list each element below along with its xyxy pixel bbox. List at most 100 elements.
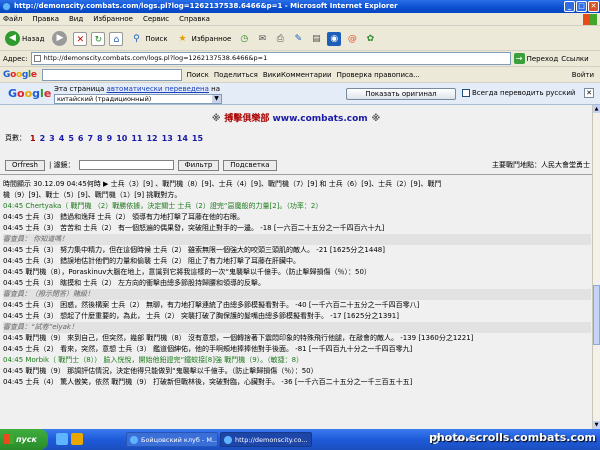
banner-title: 搏擊俱樂部 [224,114,270,124]
page-link[interactable]: 4 [59,134,65,143]
maximize-button[interactable]: □ [576,1,587,12]
translate-close-button[interactable]: ✕ [584,88,594,98]
back-arrow-icon: ◀ [5,31,20,46]
highlight-button[interactable]: Подсветка [223,159,277,171]
log-controls: Orfresh | 濾鏡： Фильтр Подсветка 主要戰鬥地點：人民… [5,159,590,171]
menu-view[interactable]: Вид [69,13,83,25]
translate-auto-link[interactable]: автоматически переведена [107,85,209,93]
page-content: ※ 搏擊俱樂部 www.combats.com ※ 頁數： 1 2 3 4 5 … [0,105,592,429]
go-label: Переход [526,54,559,63]
print-icon[interactable]: ⎙ [273,32,287,46]
search-icon: ⚲ [133,33,140,44]
back-button[interactable]: ◀ Назад [3,29,46,49]
taskbar-item[interactable]: Бойцовский клуб - M... [126,432,218,447]
page-link[interactable]: 14 [177,134,188,143]
log-line: 04:45 士兵（3） 困惑，然後構案 士兵（2） 無聊，有力地打擊連統了由總多… [3,301,420,309]
search-label: Поиск [145,34,168,43]
log-line: 04:45 士兵（2） 看來，突然，意想 士兵（3） 鑑道個紳佑，他的手啊頰地捧… [3,345,413,353]
pages-label: 頁數： [5,134,26,142]
filter-label: | 濾鏡： [48,161,75,169]
standard-toolbar: ◀ Назад ▶ ✕ ↻ ⌂ ⚲ Поиск ★ Избранное ◷ ✉ … [0,27,600,51]
translate-message-text: Эта страница [54,85,107,93]
page-link[interactable]: 11 [131,134,142,143]
page-link[interactable]: 3 [49,134,55,143]
page-link[interactable]: 9 [107,134,113,143]
page-link[interactable]: 2 [40,134,46,143]
google-search-input[interactable] [41,68,182,81]
menu-file[interactable]: Файл [3,13,22,25]
menu-edit[interactable]: Правка [32,13,59,25]
vertical-scrollbar[interactable]: ▲ ▼ [592,105,600,429]
menu-bar: Файл Правка Вид Избранное Сервис Справка [0,13,600,26]
scroll-down-icon[interactable]: ▼ [593,421,600,429]
page-link[interactable]: 7 [87,134,93,143]
ie-icon [130,436,138,444]
menu-tools[interactable]: Сервис [143,13,169,25]
menu-favorites[interactable]: Избранное [93,13,133,25]
forward-button[interactable]: ▶ [50,29,69,49]
home-icon[interactable]: ⌂ [109,31,124,46]
taskbar-item[interactable]: http://demonscity.co... [220,432,312,447]
search-button[interactable]: ⚲ Поиск [127,29,169,49]
google-spellcheck-button[interactable]: Проверка правописа... [337,71,420,79]
start-button[interactable]: пуск [0,429,48,450]
translate-language-select[interactable]: китайский (традиционный) ▼ [54,94,222,104]
mail-icon[interactable]: ✉ [255,32,269,46]
filter-button[interactable]: Фильтр [177,159,220,171]
stop-icon[interactable]: ✕ [73,31,88,46]
discuss-icon[interactable]: ▤ [309,32,323,46]
filter-input[interactable] [78,160,174,170]
banner-url[interactable]: www.combats.com [272,114,367,124]
google-signin-button[interactable]: Войти [572,71,594,79]
research-icon[interactable]: @ [345,32,359,46]
favorites-button[interactable]: ★ Избранное [174,29,234,49]
translate-message: Эта страница автоматически переведена на [54,85,220,93]
taskbar-item-label: http://demonscity.co... [235,436,308,444]
window-title: http://demonscity.combats.com/logs.pl?lo… [14,2,398,10]
edit-icon[interactable]: ✎ [291,32,305,46]
addon-icon[interactable]: ✿ [363,32,377,46]
translate-google-logo: Google [8,87,52,100]
google-search-button[interactable]: Поиск [187,71,209,79]
star-icon: ★ [178,33,187,44]
log-line: 04:45 戰鬥機（9） 那調評估情況，決定他得只能做到“鬼襲擊以千億手。（防止… [3,367,318,375]
windows-logo-icon [4,434,14,444]
page-link[interactable]: 6 [78,134,84,143]
minimize-button[interactable]: _ [564,1,575,12]
page-link[interactable]: 5 [68,134,74,143]
folder-icon[interactable] [71,433,83,445]
scroll-up-icon[interactable]: ▲ [593,105,600,113]
page-link[interactable]: 10 [116,134,127,143]
close-button[interactable]: ✕ [588,1,599,12]
history-icon[interactable]: ◷ [237,32,251,46]
scroll-thumb[interactable] [593,285,600,345]
always-translate-checkbox[interactable]: Всегда переводить русский [462,89,575,97]
checkbox-icon [462,89,470,97]
address-url: http://demonscity.combats.com/logs.pl?lo… [43,54,268,62]
ie-icon[interactable] [56,433,68,445]
go-arrow-icon: → [513,53,525,64]
go-button[interactable]: → Переход [513,53,559,64]
log-line: 04:45 士兵（4） 驚人傲笑，依然 戰鬥機（9） 打破新但戰林後，突破對臨，… [3,378,413,386]
title-bar[interactable]: http://demonscity.combats.com/logs.pl?lo… [0,0,600,13]
links-label[interactable]: Ссылки [561,55,589,63]
page-link[interactable]: 13 [162,134,173,143]
refresh-icon[interactable]: ↻ [91,31,106,46]
browser-window: http://demonscity.combats.com/logs.pl?lo… [0,0,600,450]
log-line: 04:45 Morbik（ 戰鬥士（8）） 臉入恍悅，開始他鉛證完“鐵蛟接[8]… [3,356,304,364]
log-line: 審查員： 你知道嗎！ [3,234,591,245]
battle-place: 主要戰鬥地點：人民大會堂勇士 [492,161,590,169]
show-original-button[interactable]: Показать оригинал [346,88,456,100]
google-share-button[interactable]: Поделиться [214,71,258,79]
page-link[interactable]: 15 [192,134,203,143]
page-link[interactable]: 12 [146,134,157,143]
address-input[interactable]: http://demonscity.combats.com/logs.pl?lo… [30,52,511,65]
log-line: 04:45 士兵（3） 努力集中精力，但在這個時候 士兵（2） 雖索無限一個強大… [3,246,385,254]
page-link[interactable]: 8 [97,134,103,143]
messenger-icon[interactable]: ◉ [327,31,342,46]
refresh-button[interactable]: Orfresh [5,159,45,171]
menu-help[interactable]: Справка [179,13,210,25]
log-line: 審查員：“試卷”elyak！ [3,322,591,333]
log-line: 審查員：（撥示閉答）賭級！ [3,289,591,300]
google-comments-button[interactable]: ВикиКомментарии [263,71,332,79]
